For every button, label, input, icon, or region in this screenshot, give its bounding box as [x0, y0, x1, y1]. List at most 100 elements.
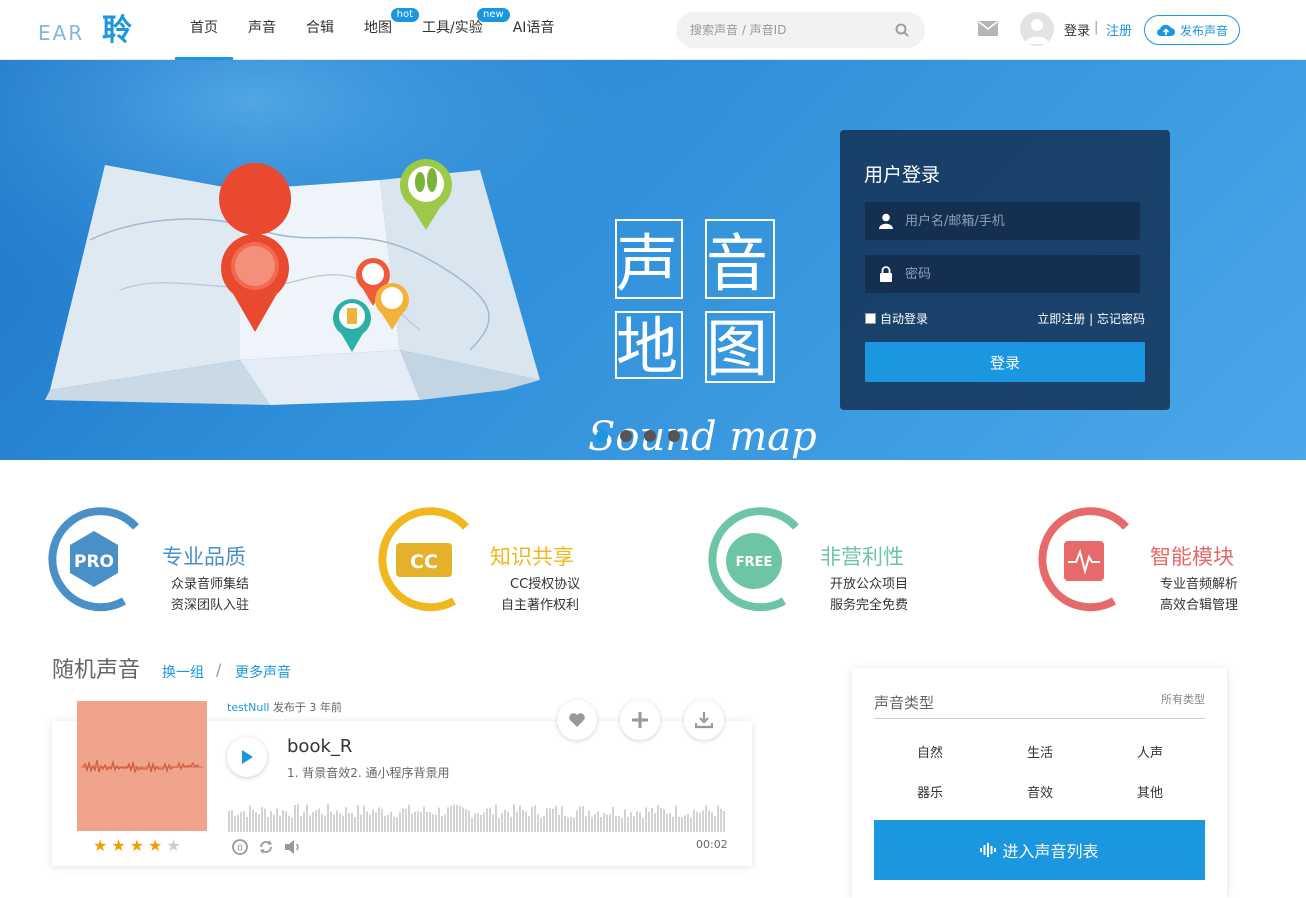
- feature-pro: PRO 专业品质 众录音师集结 资深团队入驻: [40, 505, 290, 615]
- volume-icon[interactable]: [283, 838, 301, 856]
- svg-text:音: 音: [706, 227, 768, 300]
- avatar[interactable]: [1020, 12, 1054, 46]
- download-button[interactable]: [684, 700, 724, 740]
- nav-map[interactable]: 地图 hot: [349, 0, 419, 60]
- category-voice[interactable]: 人声: [1120, 742, 1180, 761]
- register-now-link[interactable]: 立即注册: [1037, 312, 1085, 326]
- category-nature[interactable]: 自然: [900, 742, 960, 761]
- carousel-dot-1[interactable]: [596, 430, 608, 442]
- sound-author: testNull 发布于 3 年前: [227, 701, 342, 714]
- star-icon[interactable]: ★: [93, 838, 107, 854]
- author-link[interactable]: testNull: [227, 701, 269, 714]
- nav-ai-voice[interactable]: AI语音: [498, 0, 570, 60]
- all-categories-link[interactable]: 所有类型: [1161, 691, 1205, 707]
- cloud-upload-icon: [1156, 24, 1175, 37]
- carousel-dot-2[interactable]: [620, 430, 632, 442]
- hero-banner: 声 音 地 图 Sound map 用户登录 自动登录 立即注册 |: [0, 60, 1306, 460]
- plus-icon: [632, 712, 648, 728]
- password-field: [865, 255, 1140, 293]
- login-submit-button[interactable]: 登录: [865, 342, 1145, 382]
- nav-sounds[interactable]: 声音: [233, 0, 291, 60]
- sound-map-illustration[interactable]: 声 音 地 图 Sound map: [0, 60, 840, 460]
- sound-cover[interactable]: [77, 701, 207, 831]
- feature-line: 服务完全免费: [830, 598, 909, 613]
- feature-free: FREE 非营利性 开放公众项目 服务完全免费: [700, 505, 950, 615]
- feature-line: 高效合辑管理: [1160, 598, 1239, 613]
- repeat-icon[interactable]: [257, 838, 275, 856]
- auto-login[interactable]: 自动登录: [865, 310, 928, 327]
- search-box: [676, 12, 925, 48]
- pro-badge-icon: PRO: [48, 507, 139, 612]
- feature-title: 非营利性: [820, 545, 904, 569]
- refresh-link[interactable]: 换一组: [162, 662, 204, 682]
- heart-icon: [569, 713, 585, 727]
- forgot-password-link[interactable]: 忘记密码: [1097, 312, 1145, 326]
- svg-text:CC: CC: [410, 551, 438, 573]
- feature-title: 知识共享: [490, 545, 574, 569]
- search-icon[interactable]: [895, 23, 909, 37]
- nav-tools[interactable]: 工具/实验 new: [407, 0, 510, 60]
- divider: [874, 718, 1205, 719]
- feature-line: 资深团队入驻: [171, 598, 250, 613]
- category-sfx[interactable]: 音效: [1010, 782, 1070, 801]
- header-separator: |: [1094, 20, 1099, 35]
- enter-sound-list-button[interactable]: 进入声音列表: [874, 820, 1205, 880]
- user-icon: [879, 213, 893, 229]
- carousel-dots: [596, 430, 680, 442]
- lock-icon: [880, 266, 892, 282]
- feature-line: 众录音师集结: [171, 577, 250, 592]
- play-button[interactable]: [227, 737, 267, 777]
- password-input[interactable]: [905, 255, 1130, 293]
- nav-collections[interactable]: 合辑: [291, 0, 349, 60]
- header-register-link[interactable]: 注册: [1106, 20, 1132, 39]
- svg-text:PRO: PRO: [74, 552, 114, 572]
- svg-text:声: 声: [616, 227, 678, 300]
- star-icon[interactable]: ★: [148, 838, 162, 854]
- like-button[interactable]: [557, 700, 597, 740]
- loop-count-icon[interactable]: 0: [231, 838, 249, 856]
- audio-bars-icon: [980, 843, 997, 857]
- star-empty-icon[interactable]: ★: [166, 838, 180, 854]
- category-other[interactable]: 其他: [1120, 782, 1180, 801]
- auto-login-checkbox[interactable]: [865, 313, 876, 324]
- rating-stars[interactable]: ★ ★ ★ ★ ★: [93, 838, 181, 854]
- star-icon[interactable]: ★: [111, 838, 125, 854]
- feature-line: 开放公众项目: [830, 577, 909, 592]
- feature-line: 专业音频解析: [1160, 577, 1239, 592]
- star-icon[interactable]: ★: [130, 838, 144, 854]
- nav-home[interactable]: 首页: [175, 0, 233, 60]
- sound-name[interactable]: book_R: [287, 736, 352, 757]
- top-header: EAR 聆 首页 声音 合辑 地图hot 工具/实验new AI语音 登录 | …: [0, 0, 1306, 60]
- more-sounds-link[interactable]: 更多声音: [235, 662, 291, 682]
- username-field: [865, 202, 1140, 240]
- feature-line: CC授权协议: [510, 577, 581, 592]
- publish-button[interactable]: 发布声音: [1144, 15, 1240, 45]
- login-links: 立即注册 | 忘记密码: [1037, 312, 1145, 326]
- pulse-icon: [1038, 507, 1129, 612]
- free-badge-icon: FREE: [708, 507, 799, 612]
- cc-badge-icon: CC: [378, 507, 469, 612]
- svg-text:EAR: EAR: [38, 21, 84, 45]
- login-panel: 用户登录 自动登录 立即注册 | 忘记密码 登录: [840, 130, 1170, 410]
- feature-line: 自主著作权利: [501, 598, 580, 613]
- svg-text:0: 0: [237, 844, 243, 854]
- search-input[interactable]: [690, 12, 890, 48]
- username-input[interactable]: [905, 202, 1130, 240]
- user-silhouette-icon: [1025, 19, 1049, 44]
- login-title: 用户登录: [864, 164, 941, 186]
- section-title: 随机声音: [52, 658, 141, 683]
- carousel-dot-4[interactable]: [668, 430, 680, 442]
- mail-icon[interactable]: [978, 21, 998, 36]
- svg-text:聆: 聆: [102, 13, 132, 46]
- category-instrument[interactable]: 器乐: [900, 782, 960, 801]
- svg-text:地: 地: [616, 310, 678, 383]
- logo[interactable]: EAR 聆: [38, 10, 142, 46]
- feature-title: 专业品质: [162, 545, 246, 569]
- category-life[interactable]: 生活: [1010, 742, 1070, 761]
- play-icon: [242, 750, 253, 764]
- svg-text:图: 图: [706, 312, 768, 385]
- header-login-link[interactable]: 登录: [1064, 20, 1090, 39]
- waveform-seekbar[interactable]: [228, 796, 728, 832]
- add-to-collection-button[interactable]: [620, 700, 660, 740]
- carousel-dot-3[interactable]: [644, 430, 656, 442]
